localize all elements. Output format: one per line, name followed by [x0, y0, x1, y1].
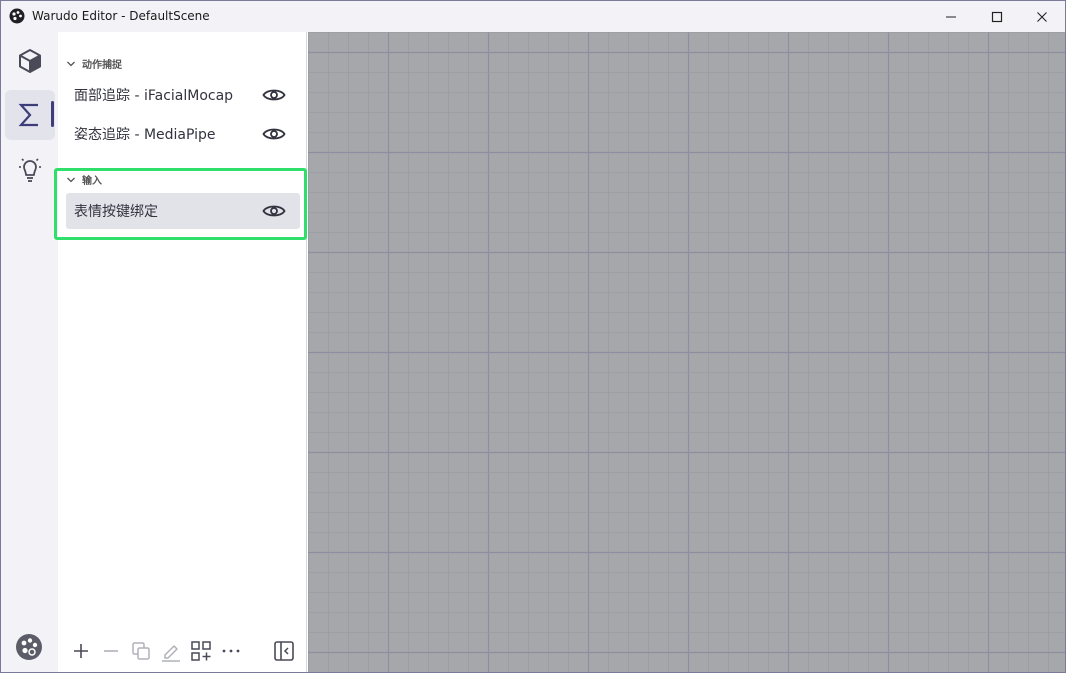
rail-item-blueprints[interactable]	[5, 90, 55, 140]
lightbulb-icon	[19, 158, 41, 182]
group-header-label: 动作捕捉	[82, 60, 122, 71]
rename-icon	[162, 645, 180, 662]
add-grid-icon	[191, 641, 211, 661]
close-icon	[1037, 11, 1047, 22]
sigma-icon	[18, 103, 38, 127]
duplicate-button[interactable]	[128, 638, 154, 664]
rail-item-plugins[interactable]	[5, 145, 55, 195]
navigation-rail	[1, 32, 58, 672]
title-bar[interactable]: Warudo Editor - DefaultScene	[1, 1, 1065, 32]
list-item-facial-tracking[interactable]: 面部追踪 - iFacialMocap	[66, 77, 300, 113]
rail-item-scene[interactable]	[5, 36, 55, 86]
chevron-down-icon	[67, 61, 75, 66]
list-item-pose-tracking[interactable]: 姿态追踪 - MediaPipe	[66, 116, 300, 152]
duplicate-icon	[132, 642, 150, 660]
window-title: Warudo Editor - DefaultScene	[32, 9, 210, 23]
group-header-motion-capture[interactable]: 动作捕捉	[66, 56, 122, 71]
app-window: Warudo Editor - DefaultScene 动作捕捉 面部追踪 -…	[0, 0, 1066, 673]
collapse-panel-icon	[274, 641, 294, 661]
minimize-button[interactable]	[928, 1, 974, 32]
eye-icon[interactable]	[262, 126, 286, 142]
collapse-panel-button[interactable]	[271, 638, 297, 664]
remove-button[interactable]	[98, 638, 124, 664]
blueprint-canvas[interactable]	[308, 32, 1065, 672]
more-button[interactable]	[218, 638, 244, 664]
add-button[interactable]	[68, 638, 94, 664]
highlight-box	[54, 168, 307, 240]
app-logo-icon	[9, 8, 25, 24]
blueprint-list-panel: 动作捕捉 面部追踪 - iFacialMocap 姿态追踪 - MediaPip…	[58, 32, 307, 672]
canvas-grid	[308, 32, 1065, 672]
minimize-icon	[946, 16, 956, 17]
close-button[interactable]	[1019, 1, 1065, 32]
maximize-button[interactable]	[974, 1, 1020, 32]
add-grid-button[interactable]	[188, 638, 214, 664]
active-rail-indicator	[51, 101, 54, 127]
add-icon	[74, 644, 88, 658]
cube-icon	[19, 49, 41, 73]
list-item-label: 面部追踪 - iFacialMocap	[74, 88, 234, 104]
rename-button[interactable]	[158, 638, 184, 664]
eye-icon[interactable]	[262, 87, 286, 103]
maximize-icon	[991, 11, 1003, 22]
palette-icon[interactable]	[15, 633, 43, 661]
remove-icon	[104, 650, 118, 652]
panel-toolbar	[58, 632, 306, 672]
more-icon	[222, 649, 240, 653]
list-item-label: 姿态追踪 - MediaPipe	[74, 127, 216, 143]
